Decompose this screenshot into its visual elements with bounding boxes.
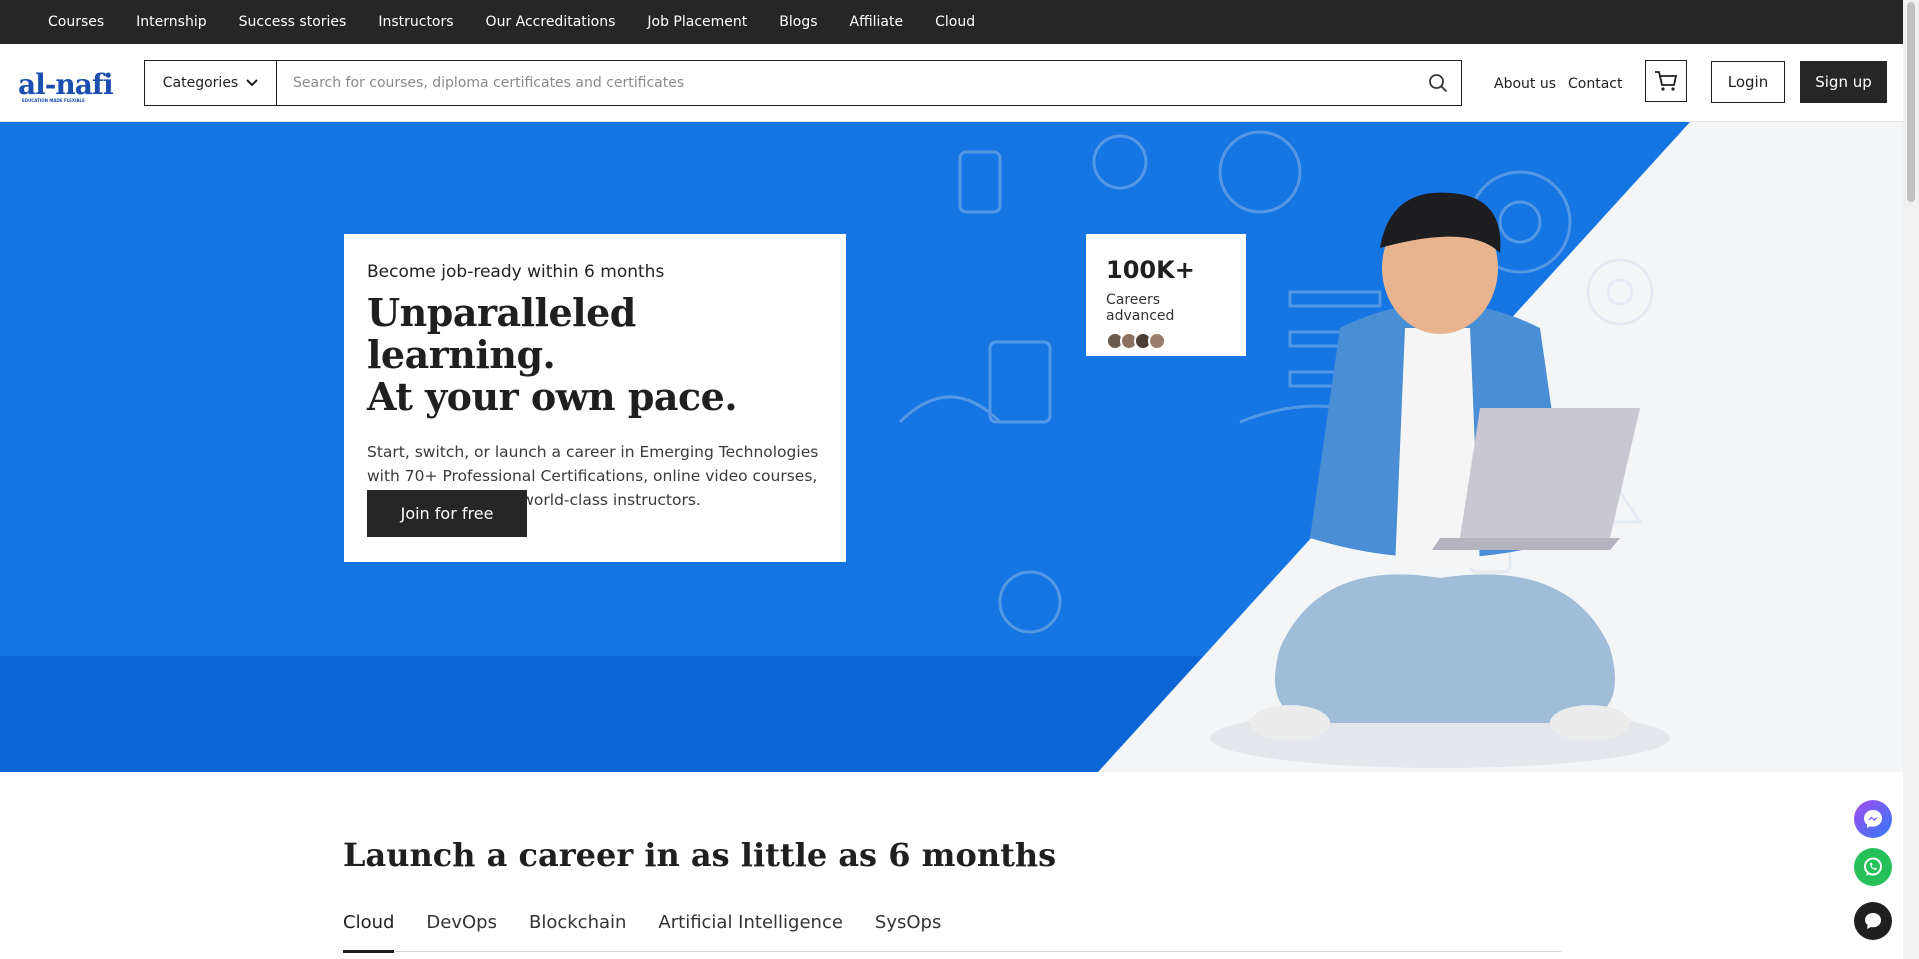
- contact-link[interactable]: Contact: [1568, 76, 1622, 92]
- tab-cloud[interactable]: Cloud: [343, 912, 395, 953]
- hero-card: Become job-ready within 6 months Unparal…: [344, 234, 846, 562]
- site-header: al-nafi EDUCATION MADE FLEXIBLE Categori…: [0, 44, 1903, 122]
- hero-eyebrow: Become job-ready within 6 months: [367, 262, 665, 282]
- topnav-blogs[interactable]: Blogs: [779, 14, 817, 30]
- chat-bubble-icon: [1865, 913, 1881, 929]
- logo-text: al-nafi: [18, 68, 114, 101]
- cart-button[interactable]: [1645, 60, 1687, 102]
- whatsapp-button[interactable]: [1854, 848, 1892, 886]
- search-bar: Categories: [144, 60, 1462, 106]
- topnav-cloud[interactable]: Cloud: [935, 14, 975, 30]
- categories-label: Categories: [162, 75, 239, 91]
- tab-devops[interactable]: DevOps: [426, 912, 497, 952]
- tab-sysops[interactable]: SysOps: [875, 912, 941, 952]
- scrollbar-thumb[interactable]: [1907, 2, 1915, 202]
- messenger-button[interactable]: [1854, 800, 1892, 838]
- join-for-free-button[interactable]: Join for free: [367, 490, 527, 537]
- topnav-success-stories[interactable]: Success stories: [239, 14, 347, 30]
- chat-button[interactable]: [1854, 902, 1892, 940]
- avatar: [1148, 332, 1166, 350]
- topnav-internship[interactable]: Internship: [136, 14, 206, 30]
- tab-blockchain[interactable]: Blockchain: [529, 912, 626, 952]
- page-scrollbar[interactable]: [1903, 0, 1919, 959]
- hero-headline-line1: Unparalleled learning.: [367, 290, 636, 377]
- whatsapp-icon: [1864, 857, 1882, 876]
- hero-headline-line2: At your own pace.: [367, 374, 738, 419]
- topnav-instructors[interactable]: Instructors: [378, 14, 453, 30]
- site-logo[interactable]: al-nafi EDUCATION MADE FLEXIBLE: [18, 68, 114, 103]
- cart-icon: [1655, 71, 1678, 91]
- top-nav: Courses Internship Success stories Instr…: [0, 0, 1903, 44]
- chevron-down-icon: [246, 79, 258, 87]
- logo-tagline: EDUCATION MADE FLEXIBLE: [22, 98, 85, 103]
- section-title: Launch a career in as little as 6 months: [343, 836, 1057, 874]
- messenger-icon: [1864, 810, 1882, 828]
- signup-button[interactable]: Sign up: [1800, 61, 1887, 103]
- topnav-courses[interactable]: Courses: [48, 14, 104, 30]
- categories-dropdown[interactable]: Categories: [145, 61, 277, 105]
- search-input[interactable]: [277, 61, 1415, 105]
- career-tabs: Cloud DevOps Blockchain Artificial Intel…: [343, 912, 1561, 953]
- hero-headline: Unparalleled learning. At your own pace.: [367, 292, 823, 418]
- topnav-affiliate[interactable]: Affiliate: [850, 14, 904, 30]
- topnav-accreditations[interactable]: Our Accreditations: [486, 14, 616, 30]
- hero-section: Become job-ready within 6 months Unparal…: [0, 122, 1903, 772]
- tab-artificial-intelligence[interactable]: Artificial Intelligence: [658, 912, 843, 952]
- search-icon[interactable]: [1415, 73, 1461, 93]
- student-with-laptop-image: [1210, 192, 1670, 768]
- login-button[interactable]: Login: [1711, 61, 1785, 103]
- about-us-link[interactable]: About us: [1494, 76, 1556, 92]
- topnav-job-placement[interactable]: Job Placement: [647, 14, 747, 30]
